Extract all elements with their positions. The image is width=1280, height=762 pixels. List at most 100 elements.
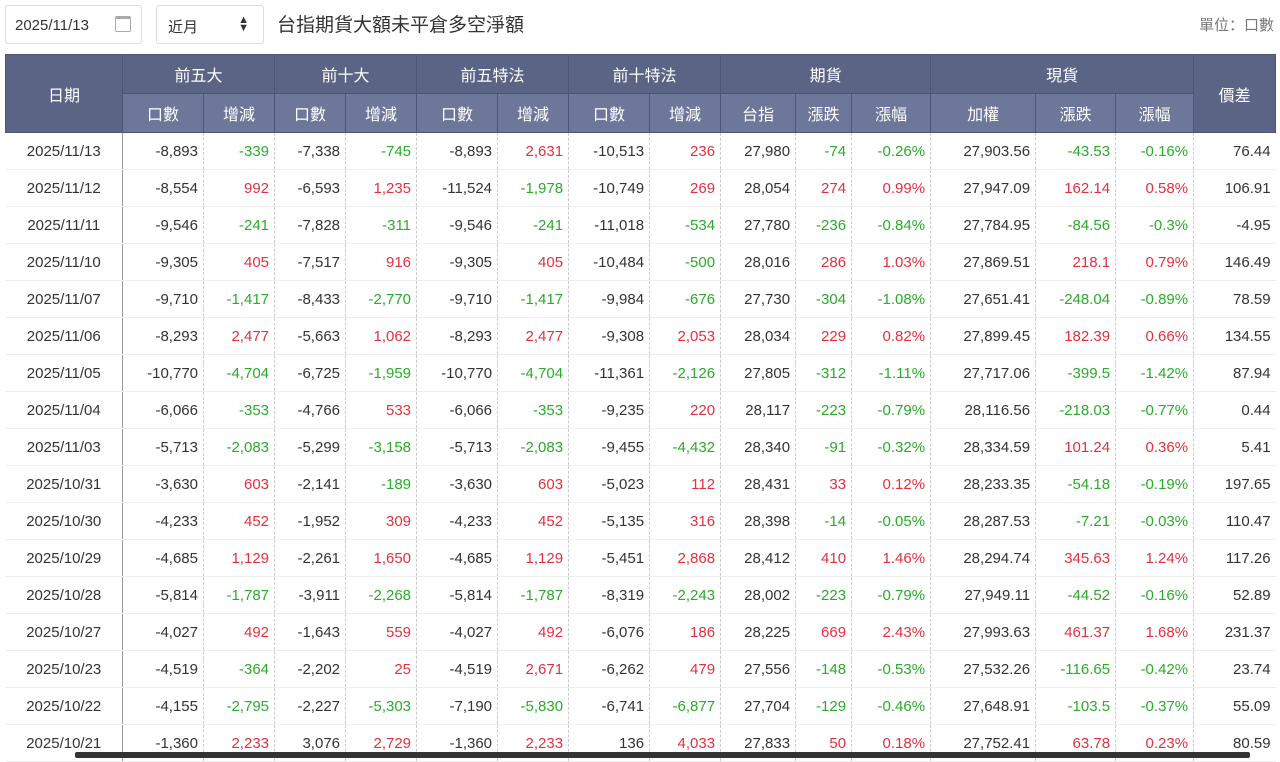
value-cell: 27,717.06 — [930, 354, 1037, 392]
value-cell: 28,233.35 — [930, 465, 1037, 503]
open-interest-table: 日期 前五大 前十大 前五特法 前十特法 期貨 現貨 價差 口數 增減 口數 增… — [5, 54, 1277, 762]
value-cell: -9,546 — [416, 206, 499, 244]
header-futures: 期貨 — [720, 54, 932, 94]
value-cell: 269 — [649, 169, 722, 207]
value-cell: -5,303 — [345, 687, 418, 725]
value-cell: -0.79% — [851, 576, 932, 614]
value-cell: 27,784.95 — [930, 206, 1037, 244]
value-cell: -241 — [203, 206, 276, 244]
value-cell: 1.68% — [1115, 613, 1195, 651]
value-cell: -6,066 — [122, 391, 204, 429]
value-cell: -7.21 — [1035, 502, 1117, 540]
table-row: 2025/10/22 -4,155 -2,795 -2,227 -5,303 -7,190… — [5, 687, 1276, 725]
value-cell: -364 — [203, 650, 276, 688]
value-cell: 2,868 — [649, 539, 722, 577]
value-cell: -2,202 — [274, 650, 347, 688]
value-cell: 2,671 — [497, 650, 570, 688]
value-cell: -0.3% — [1115, 206, 1195, 244]
value-cell: -0.32% — [851, 428, 932, 466]
value-cell: -9,546 — [122, 206, 204, 244]
value-cell: 2,477 — [497, 317, 570, 355]
value-cell: 492 — [203, 613, 276, 651]
value-cell: 27,780 — [720, 206, 797, 244]
value-cell: -3,911 — [274, 576, 347, 614]
value-cell: 220 — [649, 391, 722, 429]
value-cell: -4,233 — [416, 502, 499, 540]
value-cell: -1,787 — [203, 576, 276, 614]
value-cell: -189 — [345, 465, 418, 503]
value-cell: -7,190 — [416, 687, 499, 725]
value-cell: 1,650 — [345, 539, 418, 577]
value-cell: -312 — [795, 354, 853, 392]
table-row: 2025/10/23 -4,519 -364 -2,202 25 -4,519 2,671-… — [5, 650, 1276, 688]
value-cell: -1,417 — [203, 280, 276, 318]
subheader-change: 增減 — [649, 93, 722, 133]
select-updown-icon: ▲ ▼ — [238, 14, 249, 34]
value-cell: 27,899.45 — [930, 317, 1037, 355]
value-cell: 1,129 — [497, 539, 570, 577]
table-row: 2025/11/05 -10,770 -4,704 -6,725 -1,959 -10,7… — [5, 354, 1276, 392]
value-cell: -4,766 — [274, 391, 347, 429]
value-cell: -5,814 — [122, 576, 204, 614]
value-cell: 559 — [345, 613, 418, 651]
value-cell: -9,305 — [416, 243, 499, 281]
table-row: 2025/11/10 -9,305 405 -7,517 916 -9,305 405 -10… — [5, 243, 1276, 281]
value-cell: -4,685 — [416, 539, 499, 577]
contract-month-select[interactable]: 近月 ▲ ▼ — [156, 5, 264, 44]
value-cell: -223 — [795, 576, 853, 614]
date-cell: 2025/11/13 — [5, 132, 123, 170]
value-cell: 2,053 — [649, 317, 722, 355]
table-row: 2025/10/31 -3,630 603 -2,141 -189 -3,630 603 -5… — [5, 465, 1276, 503]
value-cell: -5,663 — [274, 317, 347, 355]
date-picker-input[interactable]: 2025/11/13 — [5, 5, 142, 44]
value-cell: 27,648.91 — [930, 687, 1037, 725]
value-cell: 492 — [497, 613, 570, 651]
value-cell: 28,334.59 — [930, 428, 1037, 466]
value-cell: 231.37 — [1193, 613, 1276, 651]
value-cell: -9,710 — [416, 280, 499, 318]
value-cell: -339 — [203, 132, 276, 170]
value-cell: -2,795 — [203, 687, 276, 725]
value-cell: -0.46% — [851, 687, 932, 725]
value-cell: 101.24 — [1035, 428, 1117, 466]
value-cell: 28,117 — [720, 391, 797, 429]
value-cell: 87.94 — [1193, 354, 1276, 392]
value-cell: 28,054 — [720, 169, 797, 207]
value-cell: -8,893 — [416, 132, 499, 170]
value-cell: 52.89 — [1193, 576, 1276, 614]
value-cell: -6,593 — [274, 169, 347, 207]
date-cell: 2025/10/28 — [5, 576, 123, 614]
value-cell: -3,630 — [416, 465, 499, 503]
value-cell: -1.11% — [851, 354, 932, 392]
value-cell: 27,532.26 — [930, 650, 1037, 688]
subheader-pct: 漲幅 — [1115, 93, 1195, 133]
value-cell: 27,805 — [720, 354, 797, 392]
value-cell: 110.47 — [1193, 502, 1276, 540]
value-cell: 1.03% — [851, 243, 932, 281]
value-cell: -103.5 — [1035, 687, 1117, 725]
value-cell: -2,126 — [649, 354, 722, 392]
page-title: 台指期貨大額未平倉多空淨額 — [277, 15, 525, 36]
value-cell: 345.63 — [1035, 539, 1117, 577]
value-cell: -2,770 — [345, 280, 418, 318]
value-cell: 229 — [795, 317, 853, 355]
subheader-lots: 口數 — [122, 93, 204, 133]
value-cell: 452 — [497, 502, 570, 540]
value-cell: -116.65 — [1035, 650, 1117, 688]
value-cell: -304 — [795, 280, 853, 318]
table-body: 2025/11/13 -8,893 -339 -7,338 -745 -8,893 2,63… — [5, 132, 1276, 762]
value-cell: 28,034 — [720, 317, 797, 355]
value-cell: -11,524 — [416, 169, 499, 207]
date-cell: 2025/10/23 — [5, 650, 123, 688]
value-cell: -0.42% — [1115, 650, 1195, 688]
value-cell: 603 — [497, 465, 570, 503]
value-cell: -2,141 — [274, 465, 347, 503]
value-cell: -218.03 — [1035, 391, 1117, 429]
value-cell: -0.05% — [851, 502, 932, 540]
calendar-icon[interactable] — [115, 16, 131, 32]
value-cell: -0.37% — [1115, 687, 1195, 725]
value-cell: -236 — [795, 206, 853, 244]
horizontal-scrollbar[interactable] — [75, 752, 1250, 758]
value-cell: -4,027 — [122, 613, 204, 651]
value-cell: 76.44 — [1193, 132, 1276, 170]
